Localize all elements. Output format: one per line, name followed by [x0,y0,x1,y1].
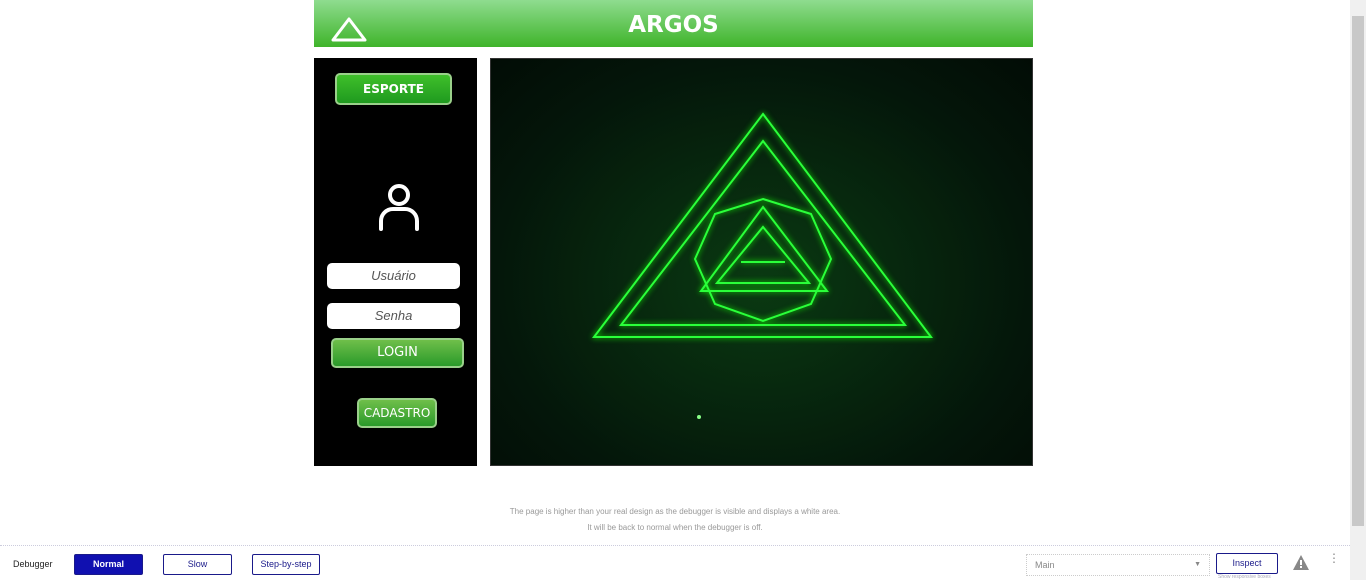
warning-icon[interactable] [1292,554,1310,571]
slow-button[interactable]: Slow [163,554,232,575]
select-value: Main [1035,560,1055,570]
note-line-2: It will be back to normal when the debug… [587,523,763,532]
debugger-bar: Debugger Normal Slow Step-by-step Main ▼ … [0,545,1350,580]
sidebar: ESPORTE Usuário Senha LOGIN CADASTRO [314,58,477,466]
user-icon [379,184,419,231]
hero-image [490,58,1033,466]
debugger-label: Debugger [13,559,53,569]
header: ARGOS [314,0,1033,47]
cadastro-button[interactable]: CADASTRO [357,398,437,428]
chevron-down-icon: ▼ [1194,561,1201,568]
scrollbar[interactable] [1350,0,1366,580]
note-line-1: The page is higher than your real design… [509,507,841,516]
neon-triangle-image [591,112,934,419]
inspect-subtitle: Show responsive boxes [1218,574,1271,580]
debugger-note: The page is higher than your real design… [0,504,1350,536]
login-button[interactable]: LOGIN [331,338,464,368]
inspect-button[interactable]: Inspect [1216,553,1278,574]
more-options-icon[interactable]: ⋮ [1328,552,1340,564]
context-select[interactable]: Main ▼ [1026,554,1210,576]
username-input[interactable]: Usuário [327,263,460,289]
esporte-button[interactable]: ESPORTE [335,73,452,105]
scrollbar-thumb[interactable] [1352,16,1364,526]
password-input[interactable]: Senha [327,303,460,329]
normal-button[interactable]: Normal [74,554,143,575]
page-title: ARGOS [628,12,719,38]
step-by-step-button[interactable]: Step-by-step [252,554,320,575]
